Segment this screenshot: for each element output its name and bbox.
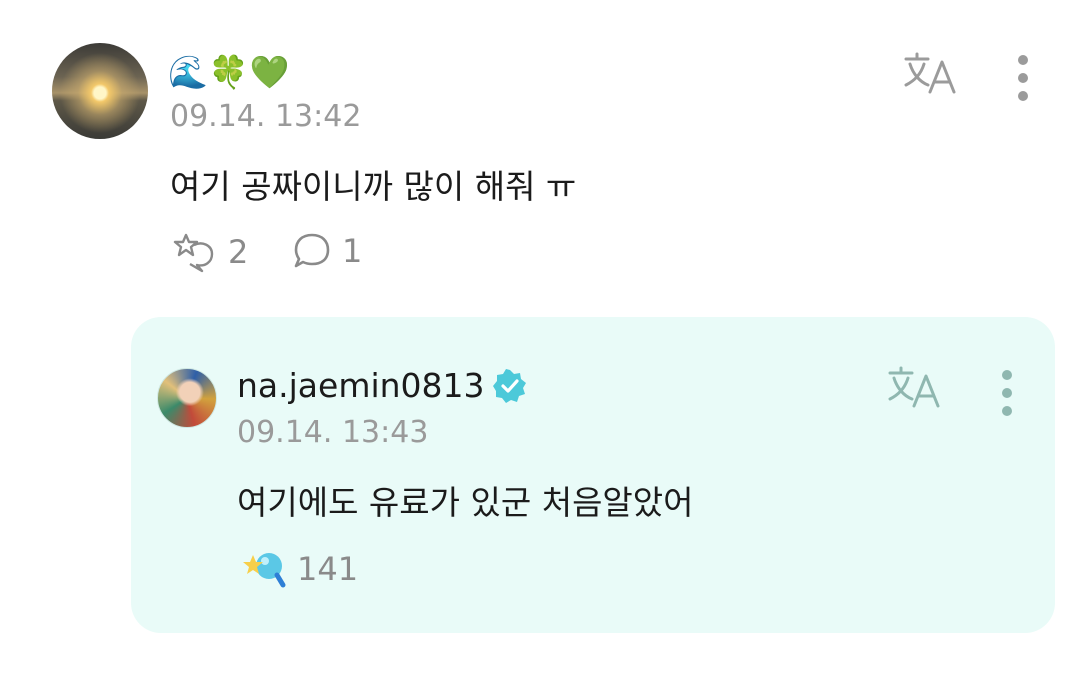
translate-icon[interactable] [904,52,958,96]
verified-badge-icon [492,368,526,403]
reaction-button[interactable]: 2 [172,231,248,273]
reply-text: 여기에도 유료가 있군 처음알았어 [237,483,694,522]
reaction-icon [173,233,214,273]
cheer-button[interactable]: 141 [241,549,358,589]
cheer-count: 141 [297,550,359,588]
reply-bubble-icon [294,233,330,268]
replier-avatar[interactable] [157,368,217,428]
more-vertical-icon[interactable] [1001,370,1013,416]
more-vertical-icon[interactable] [1017,55,1029,101]
replier-username-row[interactable]: na.jaemin0813 [237,366,527,405]
comment: 🌊🍀💚 09.14. 13:42 여기 공짜이니까 많이 해줘 ㅠ 2 1 [0,0,1080,300]
comment-timestamp: 09.14. 13:42 [170,99,362,134]
reply-count: 1 [342,232,363,270]
replier-username[interactable]: na.jaemin0813 [237,366,485,405]
translate-icon[interactable] [888,366,942,410]
commenter-username[interactable]: 🌊🍀💚 [168,50,291,94]
reaction-count: 2 [228,233,249,271]
commenter-avatar[interactable] [52,43,148,139]
reply-timestamp: 09.14. 13:43 [237,415,429,450]
reply-button[interactable]: 1 [292,231,362,271]
cheer-icon [243,553,286,588]
comment-text: 여기 공짜이니까 많이 해줘 ㅠ [170,167,577,206]
